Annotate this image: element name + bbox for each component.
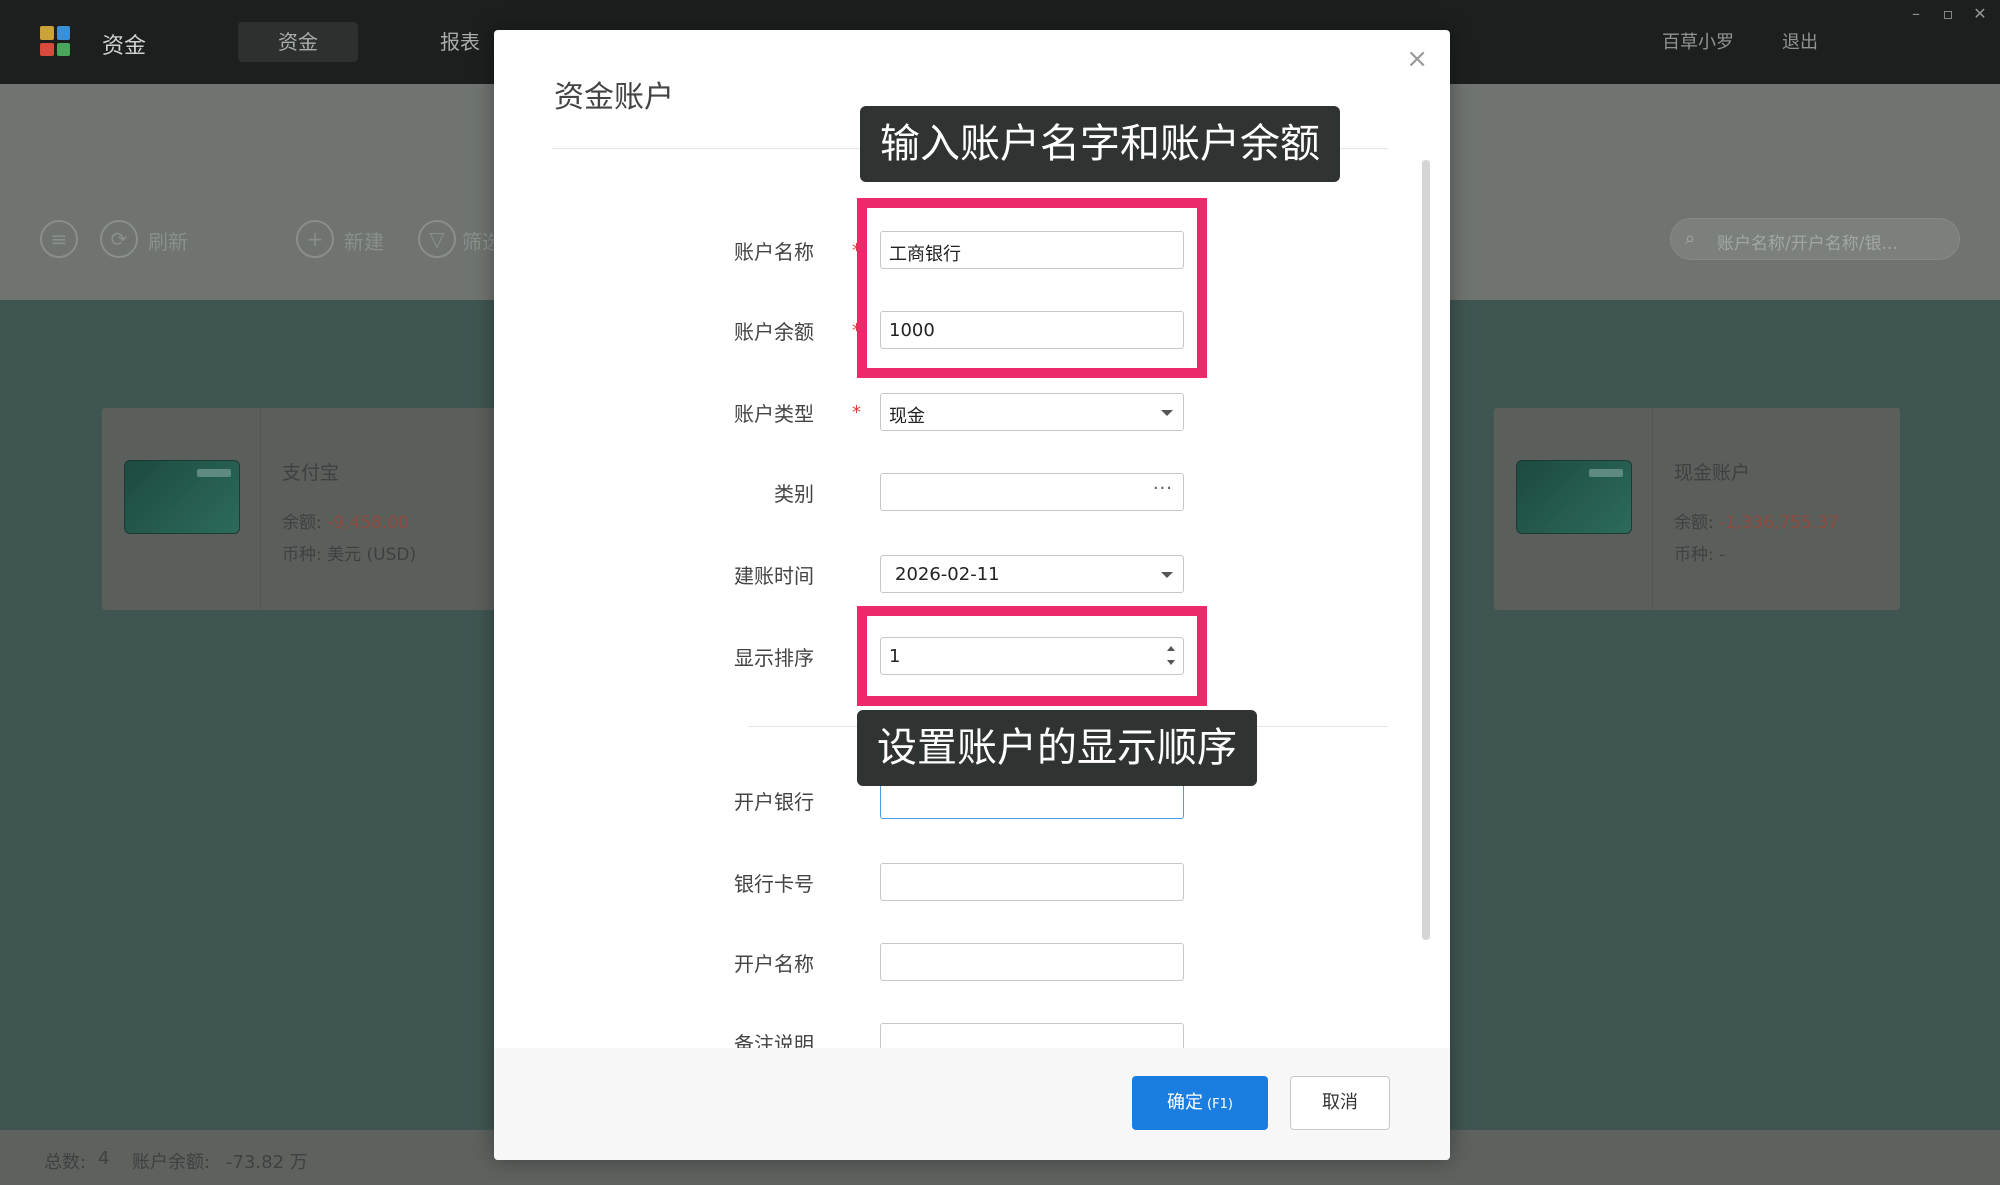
- chevron-down-icon: [1161, 572, 1173, 578]
- scrollbar-thumb[interactable]: [1422, 160, 1430, 940]
- filter-icon[interactable]: ▽: [418, 220, 456, 258]
- bank-card-icon: [1516, 460, 1632, 534]
- holder-name-label: 开户名称: [734, 952, 814, 976]
- search-icon: ⌕: [1685, 228, 1696, 249]
- user-name[interactable]: 百草小罗: [1662, 28, 1734, 54]
- account-card-balance: 余额: -1,336,755.37: [1674, 508, 1839, 533]
- currency-value: 美元 (USD): [327, 545, 417, 565]
- balance-value: -1,336,755.37: [1719, 513, 1839, 533]
- account-card-currency: 币种: -: [1674, 540, 1725, 565]
- account-name-label: 账户名称: [734, 240, 814, 264]
- account-type-value: 现金: [889, 406, 925, 427]
- card-number-label: 银行卡号: [734, 872, 814, 896]
- nav-tab-funds[interactable]: 资金: [238, 22, 358, 62]
- dialog-title: 资金账户: [554, 80, 674, 115]
- highlight-box-display-order: [857, 606, 1207, 706]
- app-logo-icon: [40, 26, 70, 56]
- bank-card-icon: [124, 460, 240, 534]
- total-count-value: 4: [98, 1148, 110, 1169]
- cancel-button[interactable]: 取消: [1290, 1076, 1390, 1130]
- callout-name-balance: 输入账户名字和账户余额: [860, 106, 1340, 182]
- balance-label: 余额:: [1674, 513, 1714, 533]
- maximize-icon[interactable]: ▫: [1936, 4, 1960, 23]
- card-number-input[interactable]: [880, 863, 1184, 901]
- display-order-label: 显示排序: [734, 646, 814, 670]
- refresh-button[interactable]: 刷新: [148, 226, 188, 255]
- card-divider: [1652, 408, 1653, 610]
- nav-tab-reports[interactable]: 报表: [420, 22, 500, 62]
- confirm-button[interactable]: 确定 (F1): [1132, 1076, 1268, 1130]
- category-label: 类别: [774, 482, 814, 506]
- currency-label: 币种:: [282, 545, 322, 565]
- holder-name-input[interactable]: [880, 943, 1184, 981]
- total-balance-value: -73.82 万: [226, 1152, 308, 1173]
- account-card-name: 支付宝: [282, 462, 340, 484]
- total-count-label: 总数:: [44, 1152, 87, 1173]
- account-card-currency: 币种: 美元 (USD): [282, 540, 416, 565]
- account-card-balance: 余额: -9,458.00: [282, 508, 409, 533]
- refresh-icon[interactable]: ⟳: [100, 220, 138, 258]
- callout-display-order: 设置账户的显示顺序: [857, 710, 1257, 786]
- account-card[interactable]: 支付宝 余额: -9,458.00 币种: 美元 (USD): [102, 408, 508, 610]
- total-balance-label: 账户余额:: [132, 1152, 211, 1173]
- required-mark: *: [852, 402, 861, 423]
- account-balance-label: 账户余额: [734, 320, 814, 344]
- chevron-down-icon: [1161, 410, 1173, 416]
- window-close-icon[interactable]: ✕: [1968, 4, 1992, 23]
- bank-input[interactable]: [880, 781, 1184, 819]
- confirm-shortcut: (F1): [1207, 1097, 1233, 1112]
- balance-value: -9,458.00: [327, 513, 409, 533]
- created-date-label: 建账时间: [734, 564, 814, 588]
- more-icon[interactable]: ···: [1153, 478, 1173, 499]
- balance-label: 余额:: [282, 513, 322, 533]
- currency-label: 币种:: [1674, 545, 1714, 565]
- add-icon[interactable]: +: [296, 220, 334, 258]
- highlight-box-name-balance: [857, 198, 1207, 378]
- account-type-label: 账户类型: [734, 402, 814, 426]
- created-date-picker[interactable]: 2026-02-11: [880, 555, 1184, 593]
- app-title: 资金: [102, 34, 147, 59]
- new-button[interactable]: 新建: [344, 226, 384, 255]
- logout-link[interactable]: 退出: [1782, 28, 1818, 54]
- confirm-label: 确定: [1167, 1092, 1204, 1113]
- created-date-value: 2026-02-11: [895, 564, 1000, 585]
- search-input[interactable]: ⌕ 账户名称/开户名称/银...: [1670, 218, 1960, 260]
- account-card-name: 现金账户: [1674, 462, 1751, 484]
- search-placeholder: 账户名称/开户名称/银...: [1717, 234, 1898, 254]
- account-type-select[interactable]: 现金: [880, 393, 1184, 431]
- bank-label: 开户银行: [734, 790, 814, 814]
- close-icon[interactable]: ×: [1406, 44, 1428, 74]
- minimize-icon[interactable]: –: [1904, 4, 1928, 23]
- account-card[interactable]: 现金账户 余额: -1,336,755.37 币种: -: [1494, 408, 1900, 610]
- currency-value: -: [1719, 545, 1726, 565]
- menu-icon[interactable]: ≡: [40, 220, 78, 258]
- category-picker[interactable]: ···: [880, 473, 1184, 511]
- card-divider: [260, 408, 261, 610]
